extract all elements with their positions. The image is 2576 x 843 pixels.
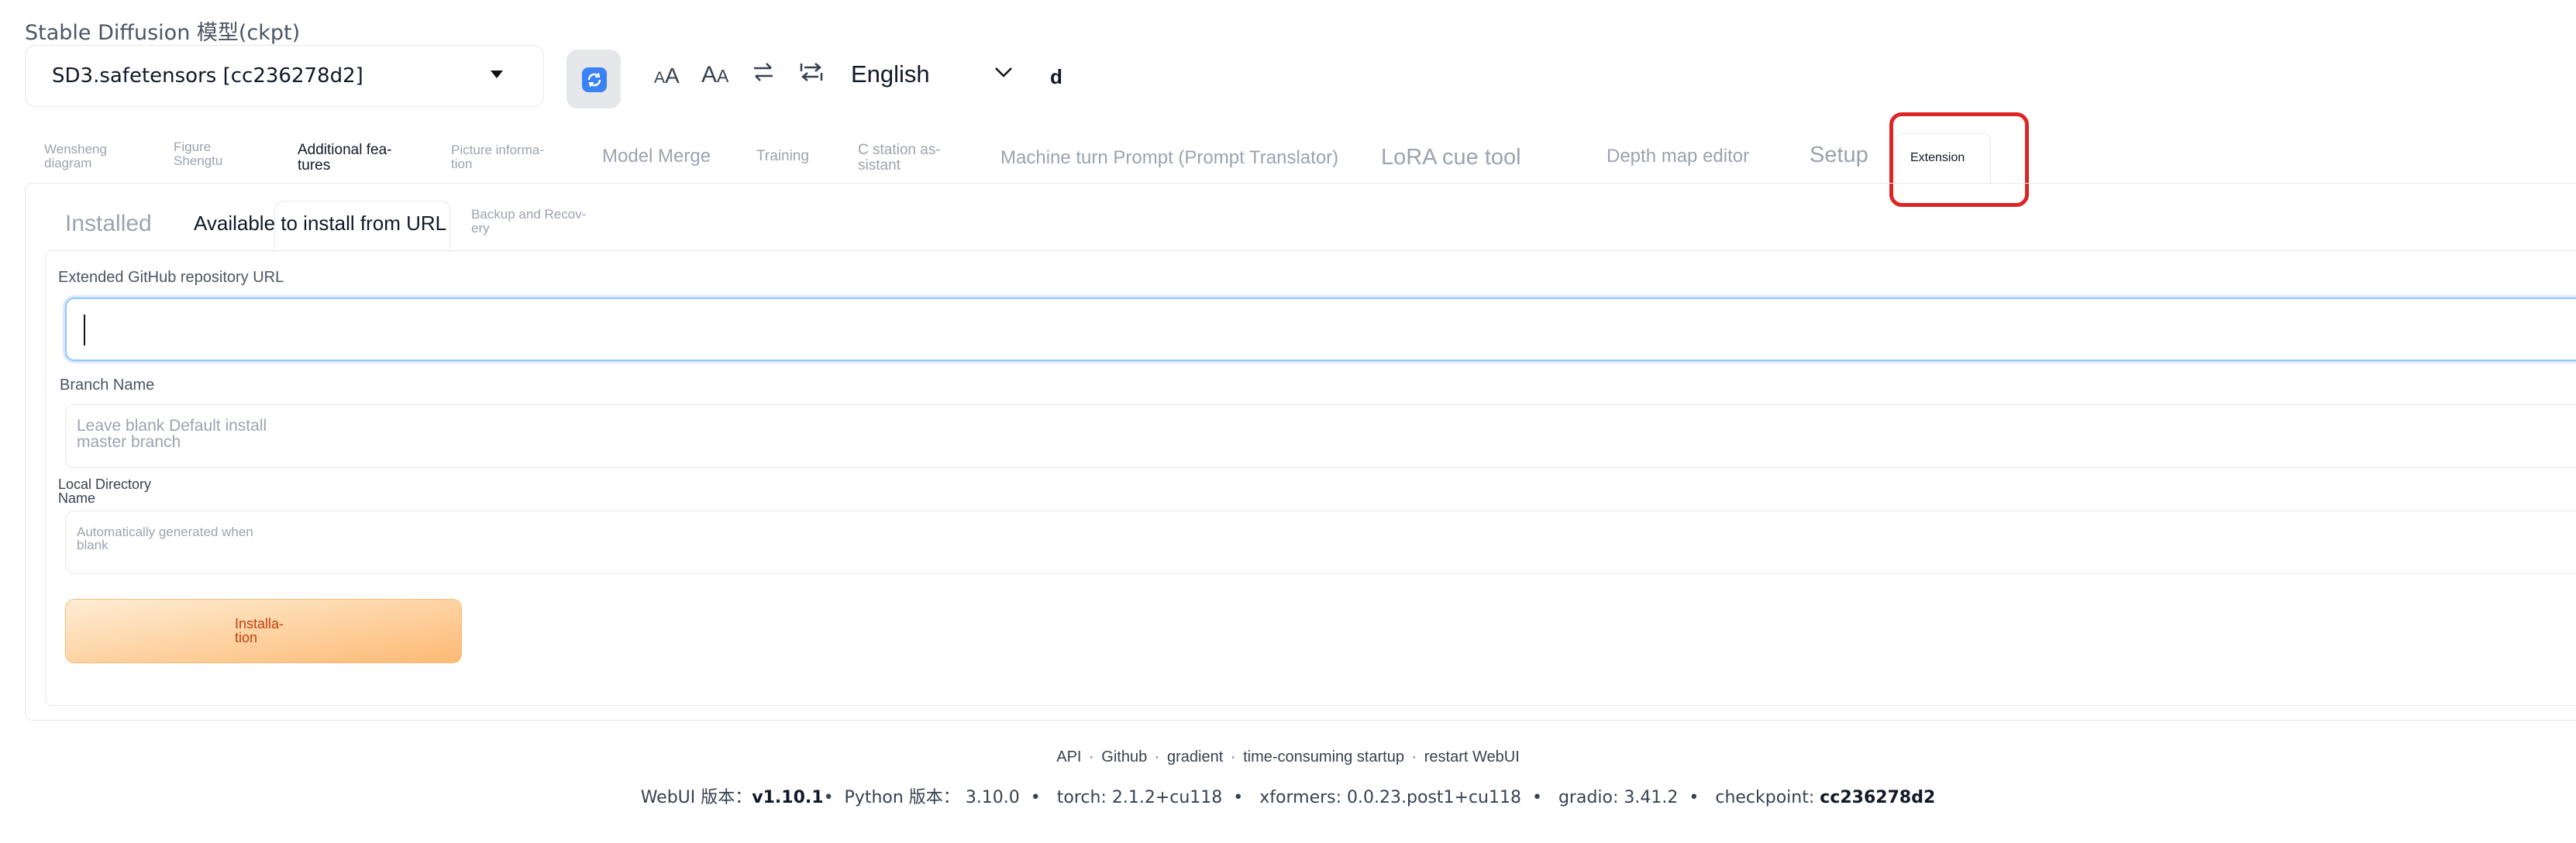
url-label: Extended GitHub repository URL (58, 269, 284, 286)
version-label: Python 版本： (844, 788, 960, 807)
tab-setup[interactable]: Setup (1810, 143, 1868, 167)
tab-model-merge[interactable]: Model Merge (602, 146, 711, 166)
language-select[interactable]: English (851, 60, 930, 88)
local-directory-input[interactable]: Automatically generated when blank (65, 511, 2576, 574)
footer-link-github[interactable]: Github (1101, 748, 1147, 766)
branch-name-input[interactable]: Leave blank Default install master branc… (65, 404, 2576, 468)
branch-label: Branch Name (60, 377, 155, 394)
footer-link-restart[interactable]: restart WebUI (1424, 748, 1520, 766)
version-value: 3.10.0 (965, 788, 1020, 807)
version-label: xformers: (1259, 788, 1342, 807)
chevron-down-icon (491, 71, 503, 78)
version-value: v1.10.1 (752, 788, 824, 807)
tab-c-station-assistant[interactable]: C station as-sistant (858, 143, 955, 174)
tab-lora-cue-tool[interactable]: LoRA cue tool (1381, 146, 1521, 170)
subtab-installed[interactable]: Installed (65, 211, 152, 237)
repository-url-input[interactable] (65, 298, 2576, 361)
font-size-increase-button[interactable]: AA (701, 62, 728, 88)
tab-figure-shengtu[interactable]: Figure Shengtu (174, 140, 236, 168)
version-label: gradio: (1558, 788, 1619, 807)
font-size-decrease-button[interactable]: AA (654, 64, 680, 88)
tab-depth-map-editor[interactable]: Depth map editor (1607, 146, 1749, 166)
text-cursor (84, 315, 85, 346)
install-button-label: Installa-tion (235, 616, 284, 645)
tab-machine-turn-prompt[interactable]: Machine turn Prompt (Prompt Translator) (1000, 148, 1338, 167)
subtab-backup-recovery[interactable]: Backup and Recov-ery (471, 208, 603, 236)
chevron-down-icon[interactable] (994, 65, 1014, 83)
install-button[interactable]: Installa-tion (65, 599, 462, 663)
footer-versions: WebUI 版本：v1.10.1• Python 版本： 3.10.0 • to… (640, 788, 1936, 807)
model-select-value: SD3.safetensors [cc236278d2] (52, 64, 363, 88)
directory-placeholder: Automatically generated when blank (77, 525, 253, 552)
swap-arrows-alt-icon[interactable] (798, 60, 825, 88)
version-label: torch: (1056, 788, 1107, 807)
model-label: Stable Diffusion 模型(ckpt) (25, 21, 301, 45)
version-value: 3.41.2 (1624, 788, 1679, 807)
refresh-button[interactable] (567, 50, 621, 108)
tab-extension[interactable]: Extension (1894, 133, 1991, 184)
swap-arrows-icon[interactable] (751, 60, 776, 88)
tab-extension-label: Extension (1910, 151, 1965, 164)
version-label: checkpoint: (1715, 788, 1815, 807)
tab-training[interactable]: Training (756, 149, 809, 164)
model-select[interactable]: SD3.safetensors [cc236278d2] (25, 45, 544, 107)
local-directory-label: Local Directory Name (58, 477, 152, 506)
tab-picture-information[interactable]: Picture informa-tion (451, 143, 560, 171)
d-label: d (1050, 65, 1062, 88)
version-value: cc236278d2 (1820, 788, 1936, 807)
footer-link-startup[interactable]: time-consuming startup (1243, 748, 1404, 766)
refresh-icon (582, 67, 607, 92)
version-label: WebUI 版本： (640, 788, 752, 807)
separator: · (1230, 748, 1236, 766)
subtab-available-label[interactable]: Available to install from URL (194, 212, 446, 236)
footer-link-api[interactable]: API (1056, 748, 1081, 766)
version-value: 2.1.2+cu118 (1111, 788, 1223, 807)
separator: · (1089, 748, 1094, 766)
branch-placeholder: Leave blank Default install master branc… (77, 417, 267, 451)
separator: · (1411, 748, 1417, 766)
tab-additional-features[interactable]: Additional fea-tures (298, 143, 406, 174)
tab-wensheng-diagram[interactable]: Wensheng diagram (44, 143, 129, 170)
separator: · (1154, 748, 1160, 766)
footer-link-gradient[interactable]: gradient (1167, 748, 1223, 766)
version-value: 0.0.23.post1+cu118 (1347, 788, 1521, 807)
footer-links: API · Github · gradient · time-consuming… (0, 748, 2576, 766)
